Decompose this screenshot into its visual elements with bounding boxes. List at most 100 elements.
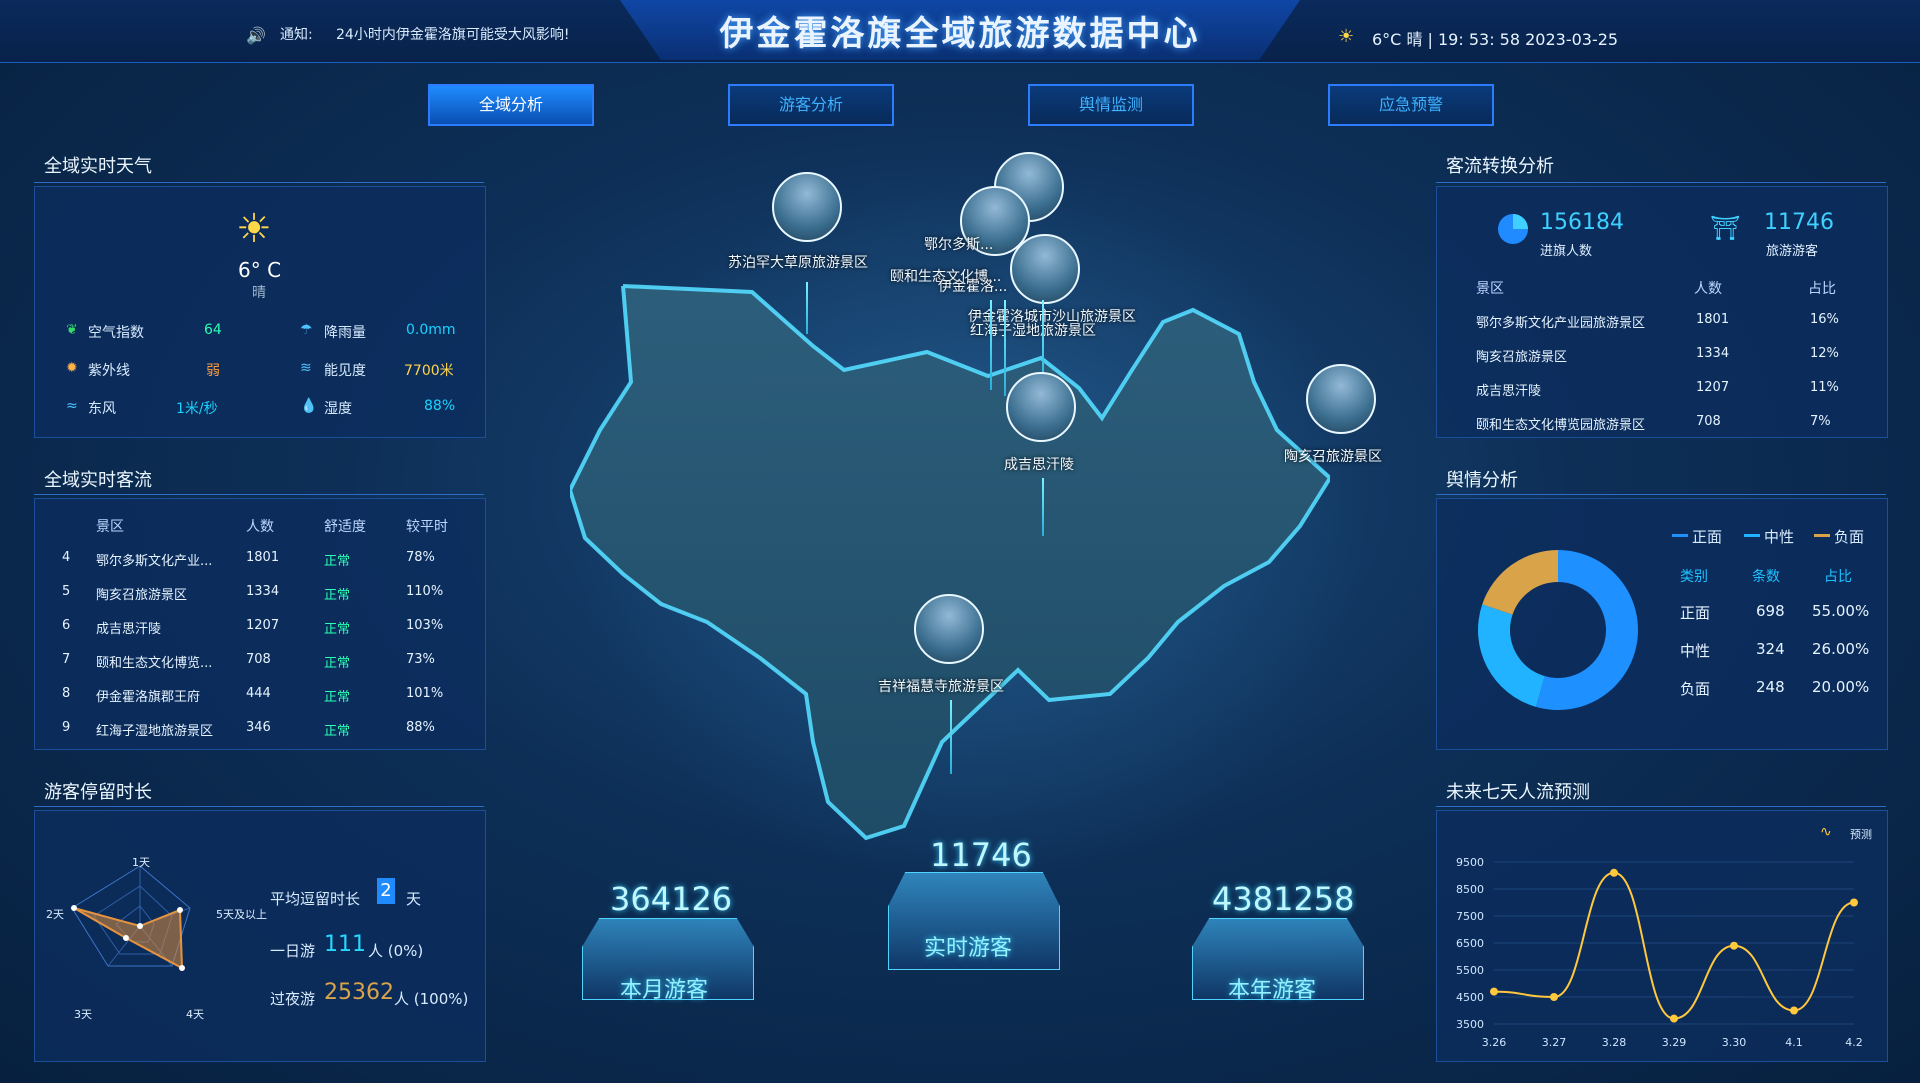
radar-label-2days: 2天	[46, 908, 64, 921]
month-visitors-label: 本月游客	[620, 978, 709, 1003]
sentiment-title-line	[1436, 494, 1886, 495]
flow-name: 鄂尔多斯文化产业...	[96, 554, 213, 569]
donut-slice	[1482, 550, 1558, 615]
scenic-label-taohaizhao: 陶亥召旅游景区	[1284, 449, 1382, 465]
visibility-label: 能见度	[324, 363, 366, 379]
conversion-header-ratio: 占比	[1808, 281, 1836, 297]
flow-comfort: 正常	[324, 622, 351, 637]
sentiment-count: 248	[1756, 678, 1785, 696]
day-trip-label: 一日游	[270, 942, 316, 960]
forecast-x-tick: 3.26	[1482, 1036, 1507, 1049]
forecast-x-tick: 3.27	[1542, 1036, 1567, 1049]
conversion-name: 陶亥召旅游景区	[1476, 350, 1568, 365]
day-trip-unit: 人 (0%)	[368, 942, 424, 960]
flow-rank: 8	[62, 686, 71, 701]
sentiment-header-ratio: 占比	[1824, 569, 1852, 585]
in-value: 156184	[1540, 210, 1624, 235]
flow-count: 708	[246, 652, 271, 667]
conversion-name: 鄂尔多斯文化产业园旅游景区	[1476, 316, 1646, 331]
scenic-photo-taohaizhao[interactable]	[1306, 364, 1376, 434]
flow-ratio: 88%	[406, 720, 435, 735]
temple-icon: ⛩	[1710, 214, 1741, 242]
uv-icon: ✹	[66, 360, 78, 376]
tour-label: 旅游游客	[1766, 244, 1819, 259]
visibility-icon: ≋	[300, 360, 312, 376]
weather-temp: 6° C	[238, 258, 282, 282]
flow-count: 1801	[246, 550, 280, 565]
conversion-ratio: 11%	[1810, 380, 1839, 395]
notice-text: 24小时内伊金霍洛旗可能受大风影响!	[336, 27, 570, 43]
conversion-name: 成吉思汗陵	[1476, 384, 1542, 399]
weather-panel-title: 全域实时天气	[44, 156, 152, 177]
forecast-y-tick: 5500	[1456, 964, 1484, 977]
forecast-point	[1550, 993, 1558, 1001]
forecast-y-tick: 9500	[1456, 856, 1484, 869]
leaf-icon: ❦	[66, 322, 78, 338]
realtime-visitors-value: 11746	[930, 836, 1032, 874]
forecast-x-tick: 3.29	[1662, 1036, 1687, 1049]
pin-jixiang	[950, 700, 952, 774]
forecast-point	[1850, 898, 1858, 907]
sentiment-ratio: 26.00%	[1812, 640, 1870, 658]
forecast-y-tick: 4500	[1456, 991, 1484, 1004]
scenic-label-yijin: 伊金霍洛...	[938, 279, 1008, 295]
scenic-photo-subohan[interactable]	[772, 172, 842, 242]
pin-subohan	[806, 282, 808, 334]
sentiment-panel-title: 舆情分析	[1446, 470, 1518, 491]
scenic-photo-genghis[interactable]	[1006, 372, 1076, 442]
forecast-x-tick: 3.30	[1722, 1036, 1747, 1049]
forecast-point	[1670, 1014, 1678, 1023]
visibility-value: 7700米	[404, 363, 454, 379]
notice-label: 通知:	[280, 27, 313, 43]
flow-header-comfort: 舒适度	[324, 519, 366, 535]
tab-emergency[interactable]: 应急预警	[1328, 84, 1494, 126]
donut-slice	[1478, 604, 1545, 707]
overnight-label: 过夜游	[270, 990, 316, 1008]
tab-visitors[interactable]: 游客分析	[728, 84, 894, 126]
flow-count: 1334	[246, 584, 280, 599]
radar-label-1day: 1天	[132, 856, 150, 869]
flow-rank: 4	[62, 550, 71, 565]
legend-neutral-label: 中性	[1764, 528, 1795, 546]
conversion-count: 1334	[1696, 346, 1730, 361]
air-index-label: 空气指数	[88, 325, 144, 341]
flow-count: 1207	[246, 618, 280, 633]
uv-label: 紫外线	[88, 363, 130, 379]
flow-header-name: 景区	[96, 519, 124, 535]
year-visitors-value: 4381258	[1212, 880, 1355, 918]
wind-icon: ≈	[66, 398, 78, 414]
flow-panel-title: 全域实时客流	[44, 470, 152, 491]
legend-negative-label: 负面	[1834, 528, 1865, 546]
scenic-photo-c[interactable]	[1010, 234, 1080, 304]
tab-sentiment[interactable]: 舆情监测	[1028, 84, 1194, 126]
avg-stay-unit: 天	[406, 890, 422, 908]
forecast-legend-label: 预测	[1850, 828, 1872, 841]
tab-overall[interactable]: 全域分析	[428, 84, 594, 126]
humidity-icon: 💧	[300, 398, 318, 414]
in-label: 进旗人数	[1540, 244, 1593, 259]
conversion-name: 颐和生态文化博览园旅游景区	[1476, 418, 1646, 433]
scenic-label-ordos: 鄂尔多斯...	[924, 237, 994, 253]
forecast-point	[1730, 941, 1738, 950]
conversion-panel-title: 客流转换分析	[1446, 156, 1554, 177]
flow-title-line	[34, 494, 484, 495]
scenic-photo-jixiang[interactable]	[914, 594, 984, 664]
weather-condition: 晴	[252, 285, 266, 301]
flow-comfort: 正常	[324, 690, 351, 705]
sentiment-count: 324	[1756, 640, 1785, 658]
sentiment-header-type: 类别	[1680, 569, 1708, 585]
flow-name: 陶亥召旅游景区	[96, 588, 188, 603]
flow-header-ratio: 较平时	[406, 519, 448, 535]
scenic-label-jixiang: 吉祥福慧寺旅游景区	[878, 679, 1004, 695]
weather-title-line	[34, 182, 484, 183]
month-visitors-value: 364126	[610, 880, 733, 918]
forecast-point	[1610, 868, 1618, 877]
radar-label-3days: 3天	[74, 1008, 92, 1021]
overnight-value: 25362	[324, 980, 394, 1005]
header-weather: 6°C 晴 | 19: 53: 58 2023-03-25	[1372, 30, 1619, 49]
flow-comfort: 正常	[324, 656, 351, 671]
forecast-y-tick: 8500	[1456, 883, 1484, 896]
conversion-ratio: 7%	[1810, 414, 1831, 429]
conversion-count: 708	[1696, 414, 1721, 429]
conversion-ratio: 16%	[1810, 312, 1839, 327]
